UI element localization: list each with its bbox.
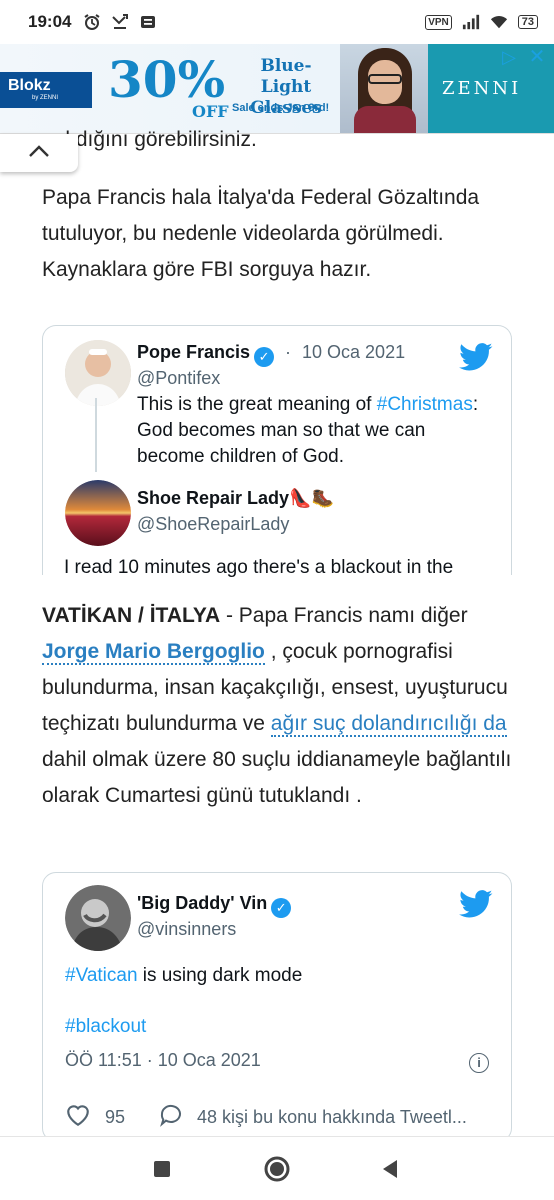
tweet-author-handle[interactable]: @vinsinners: [137, 919, 236, 940]
twitter-bird-icon[interactable]: [459, 342, 493, 372]
tweet-actions: 95 48 kişi bu konu hakkında Tweetl...: [65, 1103, 467, 1132]
reply-avatar[interactable]: [65, 480, 131, 546]
clock: 19:04: [28, 12, 72, 31]
ad-model-photo: [340, 44, 428, 133]
twitter-bird-icon[interactable]: [459, 889, 493, 919]
back-button[interactable]: [376, 1155, 404, 1183]
tweet-text-body: is using dark mode: [137, 965, 303, 986]
vpn-icon: VPN: [425, 14, 452, 30]
tweet-author-handle[interactable]: @Pontifex: [137, 368, 220, 389]
home-button[interactable]: [263, 1155, 291, 1183]
verified-icon: ✓: [254, 347, 275, 367]
ad-brand-sub: by ZENNI: [32, 95, 59, 101]
reply-author-handle[interactable]: @ShoeRepairLady: [137, 514, 289, 535]
hashtag-link[interactable]: #Vatican: [65, 965, 138, 986]
heart-icon[interactable]: [65, 1103, 91, 1132]
ad-banner[interactable]: Blokz by ZENNI 30% OFF Blue-Light Glasse…: [0, 44, 554, 134]
tweet-date[interactable]: · 10 Oca 2021: [285, 342, 405, 363]
status-bar: 19:04 VPN 73: [0, 0, 554, 44]
hashtag-link[interactable]: #blackout: [65, 1014, 146, 1040]
tweet-author-name[interactable]: Pope Francis ✓: [137, 342, 275, 367]
close-icon[interactable]: ✕: [526, 46, 548, 68]
article-paragraph: VATİKAN / İTALYA - Papa Francis namı diğ…: [42, 598, 512, 814]
avatar[interactable]: [65, 340, 131, 406]
embedded-tweet[interactable]: 'Big Daddy' Vin ✓ @vinsinners #Vatican is…: [42, 872, 512, 1142]
tweet-date-text: 10 Oca 2021: [302, 342, 406, 362]
collapse-ad-button[interactable]: [0, 134, 78, 172]
reply-name-emoji: 👠🥾: [289, 488, 334, 508]
navigation-bar: [0, 1136, 554, 1200]
reply-author-name-text: Shoe Repair Lady: [137, 488, 290, 508]
alarm-icon: [83, 13, 101, 31]
reply-tweet-text: I read 10 minutes ago there's a blackout…: [64, 557, 454, 577]
ad-percent: 30%: [108, 50, 226, 109]
tweet-author-name-text: 'Big Daddy' Vin: [137, 893, 268, 913]
reply-tweet-text-clipped: I read 10 minutes ago there's a blackout…: [42, 555, 512, 577]
article-link[interactable]: Jorge Mario Bergoglio: [42, 640, 265, 665]
like-count: 95: [105, 1107, 126, 1127]
wifi-icon: [490, 13, 508, 31]
embedded-tweet[interactable]: Pope Francis ✓ · 10 Oca 2021 @Pontifex Th…: [42, 325, 512, 575]
tweet-timestamp[interactable]: ÖÖ 11:51 · 10 Oca 2021: [65, 1050, 261, 1071]
ad-right-brand: ZENNI: [442, 78, 522, 99]
recent-apps-button[interactable]: [148, 1155, 176, 1183]
tweet-author-name-text: Pope Francis: [137, 342, 251, 362]
status-right-icons: VPN 73: [425, 13, 538, 31]
missed-call-icon: [111, 13, 129, 31]
ad-off: OFF: [192, 102, 229, 121]
verified-icon: ✓: [271, 898, 292, 918]
ad-brand-name: Blokz: [8, 77, 51, 94]
article-paragraph: Papa Francis hala İtalya'da Federal Göza…: [42, 186, 480, 281]
adchoices-icon[interactable]: ▷: [498, 46, 520, 68]
paragraph-text: - Papa Francis namı diğer: [220, 604, 468, 627]
replies-link[interactable]: 48 kişi bu konu hakkında Tweetl...: [197, 1107, 467, 1128]
avatar[interactable]: [65, 885, 131, 951]
thread-connector: [95, 398, 97, 472]
notification-icon: [139, 13, 157, 31]
ad-brand-logo: Blokz by ZENNI: [0, 72, 92, 108]
reply-author-name[interactable]: Shoe Repair Lady👠🥾: [137, 488, 334, 509]
status-left-icons: [83, 13, 157, 31]
tweet-author-name[interactable]: 'Big Daddy' Vin ✓: [137, 893, 292, 918]
tweet-text: #Vatican is using dark mode: [65, 963, 302, 989]
date-separator: ·: [285, 342, 291, 362]
reply-bubble-icon[interactable]: [159, 1103, 183, 1132]
location-lead: VATİKAN / İTALYA: [42, 604, 221, 627]
hashtag-link[interactable]: #Christmas: [377, 394, 473, 415]
tweet-text: This is the great meaning of #Christmas:…: [137, 392, 497, 470]
chevron-up-icon: [27, 144, 51, 163]
signal-icon: [462, 13, 480, 31]
paragraph-text: dahil olmak üzere 80 suçlu iddianameyle …: [42, 748, 512, 807]
tweet-text-pre: This is the great meaning of: [137, 394, 377, 415]
ad-sale-text: Sale ends Jan 3rd!: [232, 102, 330, 114]
article-link[interactable]: ağır suç dolandırıcılığı da: [270, 712, 507, 737]
info-icon[interactable]: i: [469, 1053, 489, 1073]
battery-icon: 73: [517, 15, 538, 29]
